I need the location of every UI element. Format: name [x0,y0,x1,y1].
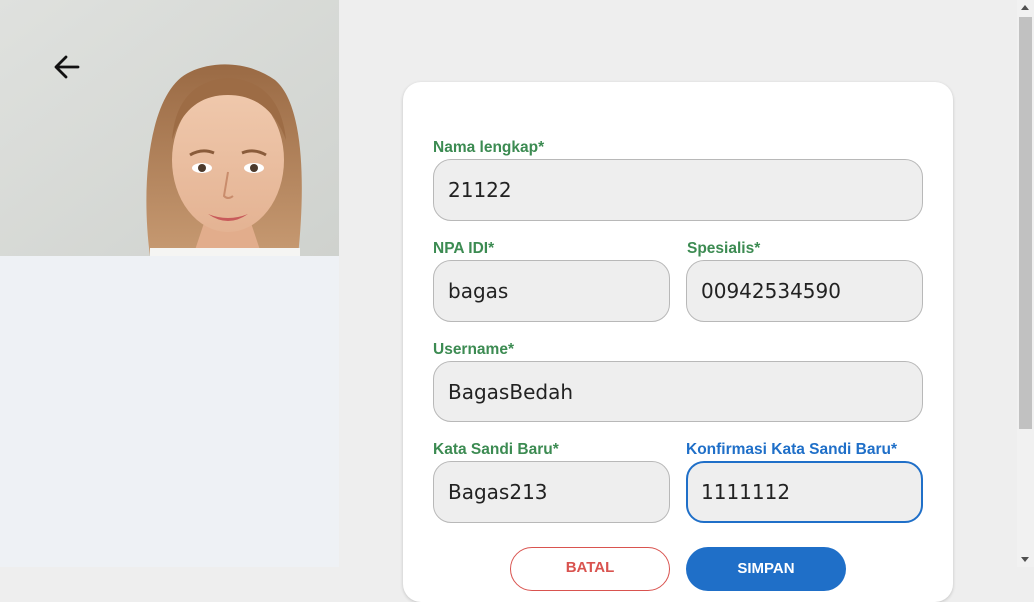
scroll-thumb[interactable] [1019,17,1032,429]
npa-idi-label: NPA IDI* [433,240,495,257]
confirm-password-label: Konfirmasi Kata Sandi Baru* [686,441,898,458]
new-password-input[interactable] [433,461,670,523]
full-name-input[interactable] [433,159,923,221]
page-scrollbar[interactable] [1017,0,1034,567]
scroll-up-arrow-icon[interactable] [1021,5,1029,10]
new-password-label: Kata Sandi Baru* [433,441,559,458]
confirm-password-input[interactable] [686,461,923,523]
specialist-label: Spesialis* [687,240,761,257]
back-button[interactable] [50,50,84,84]
arrow-left-icon [54,55,80,79]
scroll-down-arrow-icon[interactable] [1021,557,1029,562]
save-button[interactable]: SIMPAN [686,547,846,591]
cancel-button[interactable]: BATAL [510,547,670,591]
full-name-label: Nama lengkap* [433,139,545,156]
left-panel [0,0,339,567]
profile-photo-image [0,0,339,256]
username-label: Username* [433,341,514,358]
specialist-input[interactable] [686,260,923,322]
npa-idi-input[interactable] [433,260,670,322]
profile-photo [0,0,339,256]
username-input[interactable] [433,361,923,422]
